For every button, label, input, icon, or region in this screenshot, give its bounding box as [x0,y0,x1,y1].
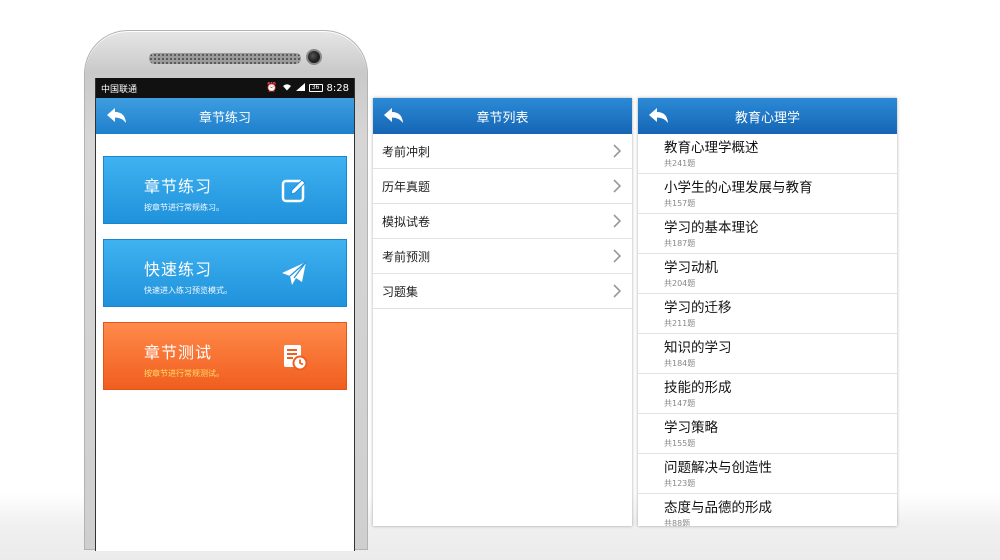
list-item[interactable]: 习题集 [373,274,632,309]
question-count: 共155题 [664,439,696,448]
status-bar: 中国联通 ⏰ 36 8:28 [96,78,354,98]
test-notebook-icon [284,345,308,371]
carrier-label: 中国联通 [101,84,138,95]
speaker-grille [149,53,301,64]
back-arrow-icon [649,108,668,123]
topic-title: 学习策略 [664,420,718,436]
clock: 8:28 [326,82,349,94]
list-item[interactable]: 学习策略 共155题 [638,414,897,454]
question-count: 共211题 [664,319,696,328]
list-item-label: 考前冲刺 [382,144,431,159]
topic-title: 问题解决与创造性 [664,460,772,476]
list-item-label: 模拟试卷 [382,214,431,229]
chapter-test-button[interactable]: 章节测试 按章节进行常规测试。 [103,322,347,390]
question-count: 共147题 [664,399,696,408]
chevron-right-icon [613,144,622,158]
list-item[interactable]: 教育心理学概述 共241题 [638,134,897,174]
chevron-right-icon [613,214,622,228]
edu-psychology-titlebar: 教育心理学 [638,98,897,134]
signal-icon [295,82,305,94]
list-item[interactable]: 态度与品德的形成 共88题 [638,494,897,526]
practice-menu: 章节练习 按章节进行常规练习。 快速练习 快速进入练习预览模式。 章节测试 按章… [96,134,354,390]
list-item[interactable]: 考前预测 [373,239,632,274]
list-item[interactable]: 小学生的心理发展与教育 共157题 [638,174,897,214]
question-count: 共204题 [664,279,696,288]
phone-titlebar: 章节练习 [96,98,354,134]
question-count: 共88题 [664,519,691,526]
topic-title: 教育心理学概述 [664,140,759,156]
list-item[interactable]: 技能的形成 共147题 [638,374,897,414]
back-arrow-icon [384,108,403,123]
chapter-practice-button[interactable]: 章节练习 按章节进行常规练习。 [103,156,347,224]
list-item[interactable]: 学习的基本理论 共187题 [638,214,897,254]
back-button[interactable] [646,104,672,128]
topic-title: 小学生的心理发展与教育 [664,180,813,196]
list-item[interactable]: 知识的学习 共184题 [638,334,897,374]
topic-title: 学习动机 [664,260,718,276]
card-title: 快速练习 [144,260,213,279]
edit-icon [281,179,306,203]
list-item[interactable]: 模拟试卷 [373,204,632,239]
topic-title: 知识的学习 [664,340,732,356]
list-item[interactable]: 学习的迁移 共211题 [638,294,897,334]
question-count: 共187题 [664,239,696,248]
battery-icon: 36 [308,84,323,92]
edu-psychology-panel: 教育心理学 教育心理学概述 共241题 小学生的心理发展与教育 共157题 学习… [638,98,897,526]
question-count: 共123题 [664,479,696,488]
back-arrow-icon [107,108,126,123]
card-subtitle: 按章节进行常规测试。 [144,369,224,378]
list-item-label: 习题集 [382,284,419,299]
front-camera [306,49,322,65]
topic-title: 学习的基本理论 [664,220,759,236]
chevron-right-icon [613,284,622,298]
phone-frame: 中国联通 ⏰ 36 8:28 章节练习 章节练习 按章节进行常规练习。 快速练习… [84,30,368,551]
card-title: 章节练习 [144,177,213,196]
paper-plane-icon [282,261,307,285]
topic-title: 学习的迁移 [664,300,732,316]
question-count: 共157题 [664,199,696,208]
chevron-right-icon [613,249,622,263]
page-title: 章节列表 [476,110,529,126]
back-button[interactable] [104,104,130,128]
list-item[interactable]: 历年真题 [373,169,632,204]
list-item-label: 历年真题 [382,179,431,194]
topic-title: 技能的形成 [664,380,732,396]
card-subtitle: 快速进入练习预览模式。 [144,286,232,295]
list-item[interactable]: 考前冲刺 [373,134,632,169]
topic-title: 态度与品德的形成 [664,500,772,516]
chapter-list-panel: 章节列表 考前冲刺 历年真题 模拟试卷 考前预测 习题集 [373,98,632,526]
chevron-right-icon [613,179,622,193]
chapter-topic-list: 教育心理学概述 共241题 小学生的心理发展与教育 共157题 学习的基本理论 … [638,134,897,526]
list-item-label: 考前预测 [382,249,431,264]
question-count: 共241题 [664,159,696,168]
chapter-list-titlebar: 章节列表 [373,98,632,134]
list-item[interactable]: 学习动机 共204题 [638,254,897,294]
phone-screen: 中国联通 ⏰ 36 8:28 章节练习 章节练习 按章节进行常规练习。 快速练习… [95,78,355,551]
page-title: 教育心理学 [734,110,800,126]
card-subtitle: 按章节进行常规练习。 [144,203,224,212]
alarm-icon: ⏰ [266,82,278,93]
question-count: 共184题 [664,359,696,368]
wifi-icon [282,83,292,94]
page-title: 章节练习 [198,110,251,126]
card-title: 章节测试 [144,343,213,362]
list-item[interactable]: 问题解决与创造性 共123题 [638,454,897,494]
back-button[interactable] [381,104,407,128]
quick-practice-button[interactable]: 快速练习 快速进入练习预览模式。 [103,239,347,307]
